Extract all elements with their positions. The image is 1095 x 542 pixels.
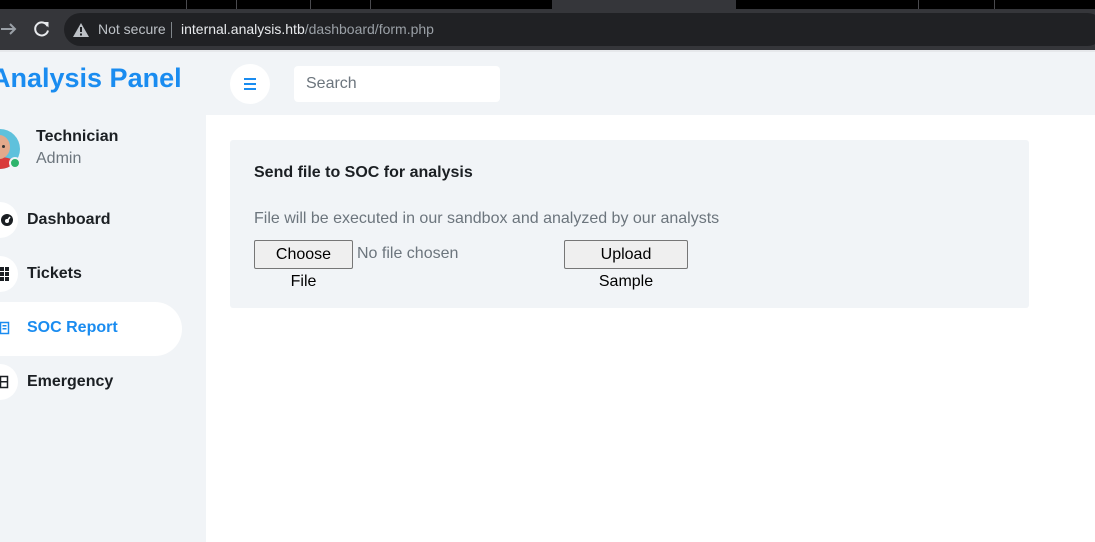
menu-toggle-button[interactable] — [230, 64, 270, 104]
app-title[interactable]: Analysis Panel — [0, 63, 182, 94]
tab-divider — [918, 0, 919, 9]
tab-divider — [186, 0, 187, 9]
browser-tab-group-right[interactable] — [736, 0, 1095, 9]
browser-tab-group[interactable] — [0, 0, 552, 9]
url-text[interactable]: internal.analysis.htb/dashboard/form.php — [181, 21, 434, 37]
user-role: Admin — [36, 150, 82, 167]
file-status-text: No file chosen — [357, 245, 459, 262]
tab-divider — [310, 0, 311, 9]
sidebar-item-soc-report[interactable]: SOC Report — [0, 302, 182, 356]
list-icon — [0, 375, 9, 389]
url-host: internal.analysis.htb — [181, 21, 305, 37]
sidebar-item-label: Dashboard — [27, 211, 111, 228]
sidebar-item-tickets[interactable]: Tickets — [0, 248, 182, 302]
sidebar-item-label: Tickets — [27, 265, 82, 282]
tab-divider — [370, 0, 371, 9]
sidebar-item-label: SOC Report — [27, 319, 118, 336]
grid-icon — [0, 267, 9, 281]
sidebar-item-label: Emergency — [27, 373, 114, 390]
browser-tab-strip — [0, 0, 1095, 12]
search-input[interactable] — [294, 66, 500, 102]
online-status-dot — [9, 157, 21, 169]
sidebar-item-dashboard[interactable]: Dashboard — [0, 194, 182, 248]
form-title: Send file to SOC for analysis — [254, 164, 473, 181]
form-description: File will be executed in our sandbox and… — [254, 210, 720, 227]
security-label[interactable]: Not secure — [98, 21, 166, 37]
upload-form-card: Send file to SOC for analysis File will … — [230, 140, 1029, 308]
icon-circle — [0, 310, 18, 346]
address-bar[interactable]: Not secure internal.analysis.htb/dashboa… — [64, 13, 1095, 46]
gauge-icon — [1, 214, 13, 226]
icon-circle — [0, 202, 18, 238]
warning-icon — [73, 23, 89, 37]
hamburger-icon — [244, 78, 256, 80]
page: Analysis Panel Technician Admin Dashboar… — [0, 52, 1095, 542]
upload-sample-button[interactable]: Upload Sample — [564, 240, 688, 290]
reload-icon[interactable] — [32, 19, 52, 39]
tab-divider — [236, 0, 237, 9]
sidebar: Analysis Panel Technician Admin Dashboar… — [0, 52, 206, 542]
forward-arrow-icon[interactable] — [0, 19, 20, 39]
icon-circle — [0, 256, 18, 292]
hamburger-icon — [244, 83, 256, 85]
table-icon — [0, 321, 10, 335]
url-path: /dashboard/form.php — [304, 21, 434, 37]
user-name: Technician — [36, 128, 119, 145]
hamburger-icon — [244, 88, 256, 90]
omnibox-divider — [171, 22, 172, 38]
top-bar — [206, 52, 1095, 115]
avatar-eye — [2, 145, 5, 148]
browser-toolbar: Not secure internal.analysis.htb/dashboa… — [0, 9, 1095, 50]
choose-file-button[interactable]: Choose File — [254, 240, 353, 290]
icon-circle — [0, 364, 18, 400]
tab-divider — [994, 0, 995, 9]
sidebar-item-emergency[interactable]: Emergency — [0, 356, 182, 410]
